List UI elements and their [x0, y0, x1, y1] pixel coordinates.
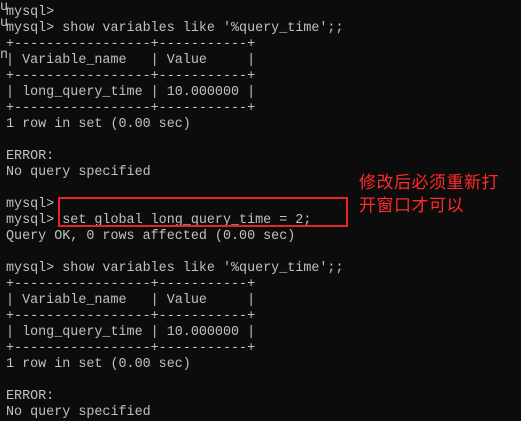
terminal-line-22: +-----------------+-----------+: [6, 341, 256, 356]
terminal-line-1: mysql>: [6, 5, 55, 20]
annotation-line-2: 开窗口才可以: [359, 196, 464, 216]
terminal-line-18: +-----------------+-----------+: [6, 277, 256, 292]
terminal-line-23: 1 row in set (0.00 sec): [6, 357, 191, 372]
terminal-window[interactable]: u u n mysql> mysql> show variables like …: [0, 0, 521, 421]
terminal-line-21: | long_query_time | 10.000000 |: [6, 325, 256, 340]
terminal-line-13: mysql>: [6, 197, 55, 212]
terminal-line-5: +-----------------+-----------+: [6, 69, 256, 84]
terminal-line-7: +-----------------+-----------+: [6, 101, 256, 116]
terminal-line-26: No query specified: [6, 405, 151, 420]
terminal-line-6: | long_query_time | 10.000000 |: [6, 85, 256, 100]
annotation-note: 修改后必须重新打 开窗口才可以: [359, 172, 519, 218]
annotation-line-1: 修改后必须重新打: [359, 173, 499, 193]
highlight-box: [58, 197, 348, 227]
terminal-line-25: ERROR:: [6, 389, 55, 404]
terminal-line-8: 1 row in set (0.00 sec): [6, 117, 191, 132]
terminal-line-10: ERROR:: [6, 149, 55, 164]
terminal-line-15: Query OK, 0 rows affected (0.00 sec): [6, 229, 296, 244]
terminal-line-20: +-----------------+-----------+: [6, 309, 256, 324]
terminal-line-3: +-----------------+-----------+: [6, 37, 256, 52]
terminal-line-19: | Variable_name | Value |: [6, 293, 256, 308]
terminal-line-11: No query specified: [6, 165, 151, 180]
terminal-line-17: mysql> show variables like '%query_time'…: [6, 261, 344, 276]
terminal-line-2: mysql> show variables like '%query_time'…: [6, 21, 344, 36]
terminal-line-4: | Variable_name | Value |: [6, 53, 256, 68]
